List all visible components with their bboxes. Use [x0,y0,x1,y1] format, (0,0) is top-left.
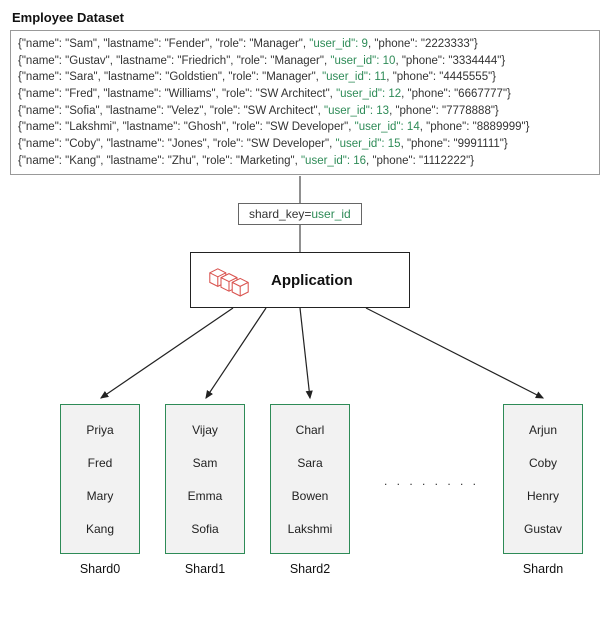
shard-item: Fred [88,456,113,470]
cubes-icon [205,261,253,299]
shard-0: Priya Fred Mary Kang [60,404,140,554]
shard-item: Sam [193,456,218,470]
shard-item: Arjun [529,423,557,437]
application-box: Application [190,252,410,308]
shard-item: Priya [86,423,113,437]
shard-item: Gustav [524,522,562,536]
shard-item: Emma [188,489,223,503]
dataset-box: {"name": "Sam", "lastname": "Fender", "r… [10,30,600,175]
shard-n-label: Shardn [503,562,583,576]
shard-item: Sara [297,456,322,470]
shard-item: Sofia [191,522,218,536]
dataset-row: {"name": "Gustav", "lastname": "Friedric… [18,53,592,70]
dataset-row: {"name": "Sam", "lastname": "Fender", "r… [18,36,592,53]
dataset-row: {"name": "Sofia", "lastname": "Velez", "… [18,103,592,120]
dataset-row: {"name": "Lakshmi", "lastname": "Ghosh",… [18,119,592,136]
shard-item: Henry [527,489,559,503]
app-label: Application [271,272,353,289]
dataset-row: {"name": "Coby", "lastname": "Jones", "r… [18,136,592,153]
shard-item: Bowen [292,489,329,503]
shardkey-prefix: shard_key= [249,207,311,221]
shard-1-label: Shard1 [165,562,245,576]
dataset-row: {"name": "Fred", "lastname": "Williams",… [18,86,592,103]
shard-item: Coby [529,456,557,470]
shard-0-label: Shard0 [60,562,140,576]
shard-item: Vijay [192,423,218,437]
shardkey-value: user_id [311,207,350,221]
shard-item: Charl [296,423,325,437]
shard-1: Vijay Sam Emma Sofia [165,404,245,554]
dataset-title: Employee Dataset [12,10,124,25]
dataset-row: {"name": "Kang", "lastname": "Zhu", "rol… [18,153,592,170]
shard-2-label: Shard2 [270,562,350,576]
ellipsis: . . . . . . . . [384,474,479,488]
dataset-row: {"name": "Sara", "lastname": "Goldstien"… [18,69,592,86]
shard-2: Charl Sara Bowen Lakshmi [270,404,350,554]
shard-item: Lakshmi [288,522,333,536]
shard-item: Mary [87,489,114,503]
shard-item: Kang [86,522,114,536]
shard-n: Arjun Coby Henry Gustav [503,404,583,554]
shard-key-box: shard_key=user_id [238,203,362,225]
